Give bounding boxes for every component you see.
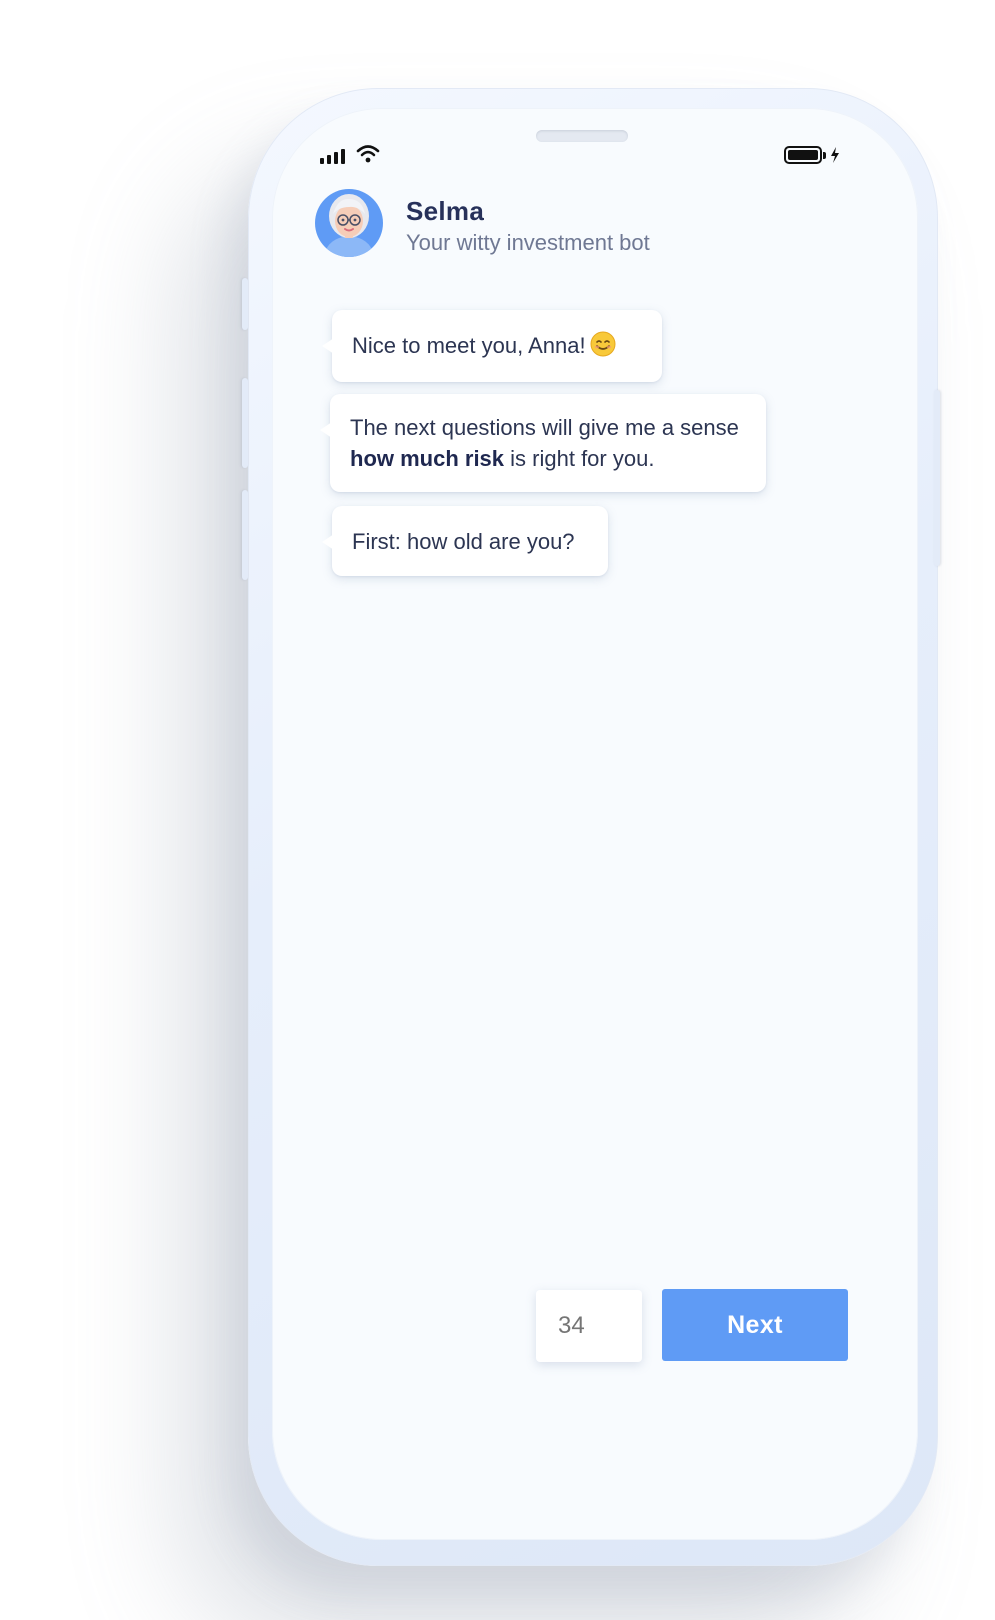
message-text: First: how old are you?	[352, 529, 575, 554]
volume-up-button	[242, 378, 248, 468]
phone-screen: Selma Your witty investment bot Nice to …	[272, 108, 918, 1540]
age-input[interactable]	[536, 1290, 642, 1362]
speaker-grille	[536, 130, 628, 142]
bot-name: Selma	[406, 196, 485, 226]
bot-avatar	[314, 188, 384, 258]
battery-charging-icon	[784, 146, 840, 164]
power-button	[934, 390, 940, 566]
message-text: Nice to meet you, Anna!	[352, 333, 586, 358]
signal-bars-icon	[320, 148, 345, 164]
next-button[interactable]: Next	[662, 1289, 848, 1361]
chat-bubble-greeting: Nice to meet you, Anna!	[322, 310, 662, 382]
volume-down-button	[242, 490, 248, 580]
message-bold-text: how much risk	[350, 446, 505, 471]
bot-subtitle: Your witty investment bot	[406, 230, 650, 255]
chat-bubble-risk-intro: The next questions will give me a sense …	[320, 394, 766, 492]
wifi-icon	[356, 144, 380, 169]
message-text: is right for you.	[504, 446, 655, 471]
smiling-face-icon	[590, 331, 616, 365]
chat-bubble-age-question: First: how old are you?	[322, 506, 608, 576]
device-mockup: Selma Your witty investment bot Nice to …	[0, 0, 995, 1620]
message-text: The next questions will give me a sense	[350, 415, 739, 440]
mute-switch	[242, 278, 248, 330]
